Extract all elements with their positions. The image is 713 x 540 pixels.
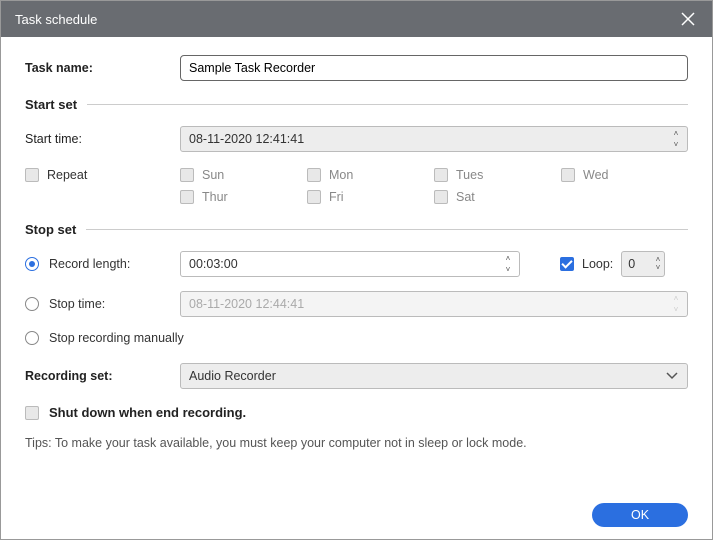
day-sun-label: Sun (202, 168, 224, 182)
record-length-label: Record length: (49, 257, 130, 271)
days-grid: Sun Mon Tues Wed Thur Fri Sat (180, 168, 688, 204)
start-time-label: Start time: (25, 132, 180, 146)
chevron-up-icon[interactable]: ˄ (669, 129, 683, 138)
task-name-input[interactable] (180, 55, 688, 81)
chevron-up-icon: ˄ (669, 294, 683, 303)
dialog-content: Task name: Start set Start time: 08-11-2… (1, 37, 712, 539)
divider (86, 229, 688, 230)
day-sat-label: Sat (456, 190, 475, 204)
day-sun-checkbox[interactable] (180, 168, 194, 182)
stop-manual-label: Stop recording manually (49, 331, 184, 345)
stop-set-header: Stop set (25, 222, 76, 237)
recording-set-value: Audio Recorder (189, 369, 276, 383)
titlebar: Task schedule (1, 1, 712, 37)
stop-time-value: 08-11-2020 12:44:41 (189, 297, 304, 311)
day-mon-label: Mon (329, 168, 353, 182)
loop-label: Loop: (582, 257, 613, 271)
stop-time-input: 08-11-2020 12:44:41 ˄ ˅ (180, 291, 688, 317)
record-length-input[interactable]: 00:03:00 ˄ ˅ (180, 251, 520, 277)
recording-set-label: Recording set: (25, 369, 180, 383)
chevron-down-icon[interactable]: ˅ (656, 264, 661, 272)
loop-checkbox[interactable] (560, 257, 574, 271)
tips-text: Tips: To make your task available, you m… (25, 436, 688, 450)
shutdown-checkbox[interactable] (25, 406, 39, 420)
chevron-down-icon[interactable]: ˅ (501, 265, 515, 274)
recording-set-select[interactable]: Audio Recorder (180, 363, 688, 389)
day-fri-checkbox[interactable] (307, 190, 321, 204)
shutdown-label: Shut down when end recording. (49, 405, 246, 420)
chevron-down-icon[interactable]: ˅ (669, 140, 683, 149)
loop-value: 0 (628, 257, 635, 271)
start-set-header: Start set (25, 97, 77, 112)
chevron-down-icon: ˅ (669, 305, 683, 314)
ok-button[interactable]: OK (592, 503, 688, 527)
stop-time-radio[interactable] (25, 297, 39, 311)
day-wed-label: Wed (583, 168, 608, 182)
day-mon-checkbox[interactable] (307, 168, 321, 182)
chevron-down-icon (665, 371, 679, 381)
close-icon[interactable] (678, 9, 698, 29)
day-wed-checkbox[interactable] (561, 168, 575, 182)
window-title: Task schedule (15, 12, 97, 27)
start-time-input[interactable]: 08-11-2020 12:41:41 ˄ ˅ (180, 126, 688, 152)
day-thur-checkbox[interactable] (180, 190, 194, 204)
day-sat-checkbox[interactable] (434, 190, 448, 204)
day-tues-checkbox[interactable] (434, 168, 448, 182)
task-schedule-dialog: Task schedule Task name: Start set Start… (0, 0, 713, 540)
day-thur-label: Thur (202, 190, 228, 204)
repeat-checkbox[interactable] (25, 168, 39, 182)
record-length-value: 00:03:00 (189, 257, 238, 271)
day-fri-label: Fri (329, 190, 344, 204)
stop-manual-radio[interactable] (25, 331, 39, 345)
repeat-label: Repeat (47, 168, 87, 182)
task-name-label: Task name: (25, 61, 180, 75)
chevron-up-icon[interactable]: ˄ (501, 254, 515, 263)
divider (87, 104, 688, 105)
start-time-value: 08-11-2020 12:41:41 (189, 132, 304, 146)
day-tues-label: Tues (456, 168, 483, 182)
loop-input[interactable]: 0 ˄ ˅ (621, 251, 665, 277)
record-length-radio[interactable] (25, 257, 39, 271)
stop-time-label: Stop time: (49, 297, 105, 311)
